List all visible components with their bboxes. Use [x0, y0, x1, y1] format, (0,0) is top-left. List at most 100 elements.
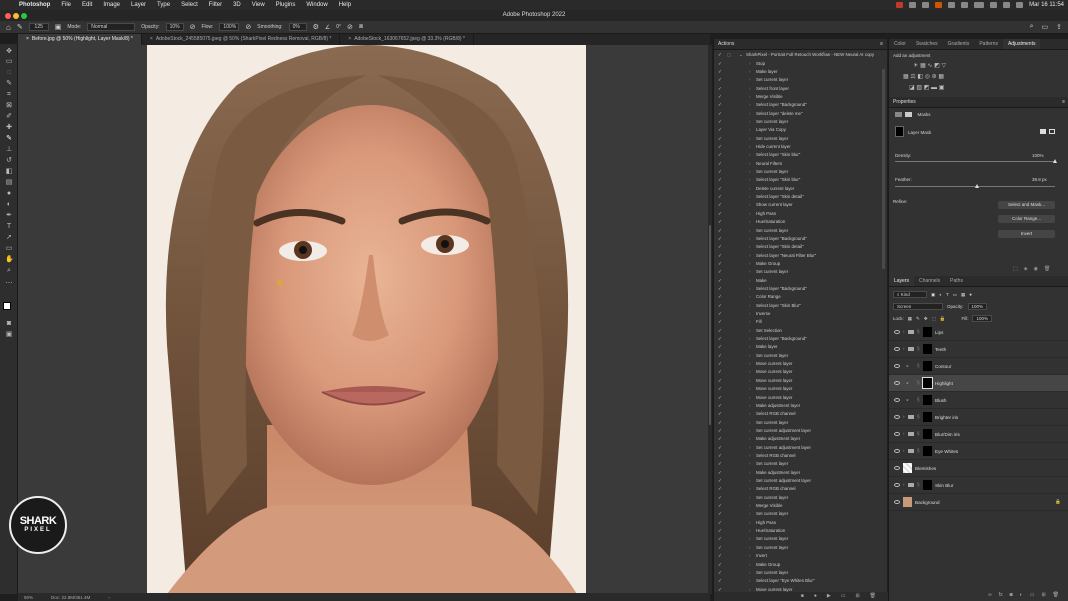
menu-layer[interactable]: Layer — [131, 2, 146, 8]
hand-tool-icon[interactable]: ✋ — [5, 256, 14, 263]
chevron-right-icon[interactable]: › — [749, 268, 750, 276]
action-step-row[interactable]: ✓ › Merge Visible — [714, 93, 888, 101]
checkmark-icon[interactable]: ✓ — [718, 577, 722, 585]
lock-icon[interactable]: 🔒 — [1055, 499, 1061, 505]
checkmark-icon[interactable]: ✓ — [718, 352, 722, 360]
pen-tool-icon[interactable]: ✒ — [5, 212, 13, 219]
brush-settings-icon[interactable]: ▣ — [55, 23, 62, 31]
chevron-right-icon[interactable]: › — [749, 151, 750, 159]
action-step-row[interactable]: ✓ › Hue/Saturation — [714, 218, 888, 226]
chevron-right-icon[interactable]: › — [749, 444, 750, 452]
chevron-right-icon[interactable]: › — [903, 329, 905, 334]
chevron-right-icon[interactable]: › — [749, 502, 750, 510]
action-step-row[interactable]: ✓ › Move current layer — [714, 360, 888, 368]
trash-icon[interactable]: 🗑 — [1044, 266, 1050, 272]
type-tool-icon[interactable]: T — [5, 223, 13, 230]
select-vector-mask-icon[interactable] — [1049, 129, 1055, 134]
lock-all-icon[interactable]: 🔒 — [940, 316, 946, 322]
fill-field[interactable]: 100% — [972, 315, 992, 322]
checkmark-icon[interactable]: ✓ — [718, 343, 722, 351]
chevron-right-icon[interactable]: › — [749, 377, 750, 385]
action-step-row[interactable]: ✓ › Set current adjustment layer — [714, 444, 888, 452]
chevron-right-icon[interactable]: › — [749, 469, 750, 477]
checkmark-icon[interactable]: ✓ — [718, 502, 722, 510]
lasso-tool-icon[interactable]: ◌ — [5, 69, 13, 76]
close-icon[interactable]: × — [26, 36, 29, 42]
action-step-row[interactable]: ✓ › Stop — [714, 60, 888, 68]
layer-row[interactable]: › § Eye Whites — [889, 443, 1068, 460]
chevron-right-icon[interactable]: › — [749, 368, 750, 376]
gradient-map-icon[interactable]: ▬ — [931, 85, 937, 91]
checkmark-icon[interactable]: ✓ — [718, 535, 722, 543]
checkmark-icon[interactable]: ✓ — [718, 394, 722, 402]
action-step-row[interactable]: ✓ › Set current layer — [714, 227, 888, 235]
chevron-right-icon[interactable]: › — [903, 431, 905, 436]
gradient-tool-icon[interactable]: ▤ — [5, 179, 13, 186]
photo-filter-icon[interactable]: ◎ — [925, 74, 930, 80]
tab-swatches[interactable]: Swatches — [911, 39, 943, 49]
checkmark-icon[interactable]: ✓ — [718, 335, 722, 343]
selective-color-icon[interactable]: ▣ — [939, 85, 945, 91]
chain-link-icon[interactable]: § — [917, 482, 920, 487]
chevron-right-icon[interactable]: › — [749, 394, 750, 402]
visibility-eye-icon[interactable] — [894, 483, 900, 487]
filter-pixel-icon[interactable]: ▣ — [931, 292, 935, 298]
action-step-row[interactable]: ✓ › Set current layer — [714, 544, 888, 552]
action-step-row[interactable]: ✓ › Move current layer — [714, 385, 888, 393]
black-white-icon[interactable]: ◧ — [917, 74, 923, 80]
chevron-right-icon[interactable]: › — [749, 360, 750, 368]
checkmark-icon[interactable]: ✓ — [718, 444, 722, 452]
action-step-row[interactable]: ✓ › Set current layer — [714, 76, 888, 84]
chevron-right-icon[interactable]: › — [749, 293, 750, 301]
link-layers-icon[interactable]: ∞ — [988, 591, 992, 600]
checkmark-icon[interactable]: ✓ — [718, 118, 722, 126]
action-step-row[interactable]: ✓ › Move current layer — [714, 368, 888, 376]
menu-select[interactable]: Select — [181, 2, 198, 8]
layer-mask-thumbnail[interactable] — [895, 126, 904, 137]
checkmark-icon[interactable]: ✓ — [718, 285, 722, 293]
visibility-eye-icon[interactable] — [894, 415, 900, 419]
layer-row[interactable]: 🔒 Background — [889, 494, 1068, 511]
select-pixel-mask-icon[interactable] — [1040, 129, 1046, 134]
new-adjustment-icon[interactable]: ◐ — [1020, 591, 1023, 600]
action-step-row[interactable]: ✓ › Select layer "Background" — [714, 101, 888, 109]
checkmark-icon[interactable]: ✓ — [718, 569, 722, 577]
action-step-row[interactable]: ✓ › Select layer "Background" — [714, 335, 888, 343]
pixel-mask-icon[interactable] — [895, 112, 902, 118]
chevron-right-icon[interactable]: › — [749, 277, 750, 285]
chevron-right-icon[interactable]: › — [749, 68, 750, 76]
blend-mode-select[interactable]: Screen — [893, 303, 943, 310]
brush-tool-icon[interactable]: ✎ — [17, 23, 23, 31]
tab-gradients[interactable]: Gradients — [943, 39, 975, 49]
color-range-button[interactable]: Color Range... — [998, 215, 1055, 223]
checkmark-icon[interactable]: ✓ — [718, 235, 722, 243]
menu-filter[interactable]: Filter — [209, 2, 222, 8]
tab-patterns[interactable]: Patterns — [974, 39, 1003, 49]
chevron-right-icon[interactable]: › — [749, 176, 750, 184]
layer-mask-thumbnail[interactable] — [922, 377, 933, 389]
new-layer-icon[interactable]: ⊞ — [1041, 591, 1045, 600]
visibility-eye-icon[interactable] — [894, 432, 900, 436]
checkmark-icon[interactable]: ✓ — [718, 510, 722, 518]
chevron-right-icon[interactable]: › — [903, 346, 905, 351]
close-icon[interactable]: × — [150, 36, 153, 42]
chevron-right-icon[interactable]: › — [749, 410, 750, 418]
chevron-right-icon[interactable]: › — [749, 477, 750, 485]
checkmark-icon[interactable]: ✓ — [718, 561, 722, 569]
record-icon[interactable]: ● — [814, 592, 817, 601]
chevron-right-icon[interactable]: › — [749, 193, 750, 201]
wifi-icon[interactable] — [990, 2, 998, 8]
action-step-row[interactable]: ✓ › Select RGB channel — [714, 452, 888, 460]
chevron-right-icon[interactable]: › — [749, 85, 750, 93]
tab-before-jpg[interactable]: × Before.jpg @ 50% (Highlight, Layer Mask… — [18, 34, 142, 45]
brush-tool-icon[interactable]: ✎ — [5, 135, 13, 142]
action-step-row[interactable]: ✓ › Make Group — [714, 561, 888, 569]
chevron-right-icon[interactable]: › — [749, 385, 750, 393]
action-step-row[interactable]: ✓ › Make adjustment layer — [714, 402, 888, 410]
filter-kind-select[interactable]: ⌕ Kind — [893, 291, 927, 298]
minimize-window-button[interactable] — [13, 13, 19, 19]
layer-mask-thumbnail[interactable] — [923, 327, 932, 337]
action-step-row[interactable]: ✓ › Select layer "Skin detail" — [714, 193, 888, 201]
action-step-row[interactable]: ✓ › Make Group — [714, 260, 888, 268]
status-app-icon[interactable] — [909, 2, 917, 8]
